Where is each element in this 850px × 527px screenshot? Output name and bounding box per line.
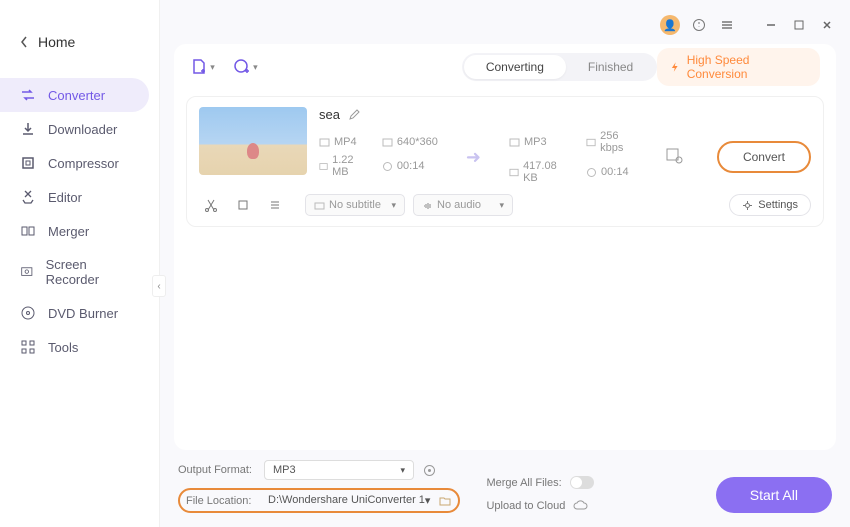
- add-file-button[interactable]: ▾: [190, 54, 215, 80]
- merge-toggle[interactable]: [570, 476, 594, 489]
- file-location-label: File Location:: [186, 495, 260, 507]
- subtitle-select[interactable]: No subtitle ▾: [305, 194, 405, 216]
- screen-recorder-icon: [20, 264, 34, 280]
- close-button[interactable]: [818, 16, 836, 34]
- src-duration: 00:14: [397, 160, 425, 172]
- file-title: sea: [319, 107, 340, 122]
- sidebar-item-editor[interactable]: Editor: [0, 180, 149, 214]
- file-item: sea MP4 640*360 1.22 MB 00:14 ➜: [186, 96, 824, 227]
- file-plus-icon: [190, 58, 208, 76]
- chevron-down-icon: ▾: [400, 465, 405, 476]
- convert-button[interactable]: Convert: [717, 141, 811, 173]
- chevron-down-icon: ▾: [391, 200, 396, 211]
- user-avatar[interactable]: 👤: [660, 15, 680, 35]
- collapse-sidebar-button[interactable]: ‹: [152, 275, 166, 297]
- chevron-down-icon: ▾: [210, 62, 215, 73]
- item-settings-icon[interactable]: [665, 146, 683, 169]
- format-settings-icon[interactable]: [422, 463, 437, 478]
- chevron-down-icon: ▾: [253, 62, 258, 73]
- editor-icon: [20, 189, 36, 205]
- file-location-value: D:\Wondershare UniConverter 1: [268, 494, 425, 507]
- audio-value: No audio: [437, 199, 481, 211]
- thumbnail[interactable]: [199, 107, 307, 175]
- file-location-wrap: File Location: D:\Wondershare UniConvert…: [178, 488, 460, 513]
- minimize-button[interactable]: [762, 16, 780, 34]
- gear-icon: [742, 200, 753, 211]
- converter-icon: [20, 87, 36, 103]
- chevron-left-icon: [20, 36, 28, 48]
- add-folder-button[interactable]: ▾: [233, 54, 258, 80]
- sidebar-item-label: Tools: [48, 340, 78, 355]
- maximize-button[interactable]: [790, 16, 808, 34]
- disc-plus-icon: [233, 58, 251, 76]
- compressor-icon: [20, 155, 36, 171]
- merger-icon: [20, 223, 36, 239]
- bottom-bar: Output Format: MP3 ▾ File Location: D:\W…: [174, 450, 836, 519]
- sidebar-item-tools[interactable]: Tools: [0, 330, 149, 364]
- sidebar-item-label: Downloader: [48, 122, 117, 137]
- subtitle-icon: [314, 200, 325, 211]
- sidebar-item-screen-recorder[interactable]: Screen Recorder: [0, 248, 149, 296]
- sidebar-item-label: Editor: [48, 190, 82, 205]
- file-location-select[interactable]: D:\Wondershare UniConverter 1 ▾: [264, 492, 434, 509]
- support-icon[interactable]: [690, 16, 708, 34]
- subtitle-value: No subtitle: [329, 199, 381, 211]
- audio-icon: [422, 200, 433, 211]
- output-format-select[interactable]: MP3 ▾: [264, 460, 414, 480]
- crop-button[interactable]: [231, 194, 255, 216]
- output-format-value: MP3: [273, 464, 296, 476]
- sidebar-item-compressor[interactable]: Compressor: [0, 146, 149, 180]
- tabs: Converting Finished: [462, 53, 657, 81]
- panel: ▾ ▾ Converting Finished High Speed Conve…: [174, 44, 836, 450]
- output-format-label: Output Format:: [178, 464, 256, 476]
- cloud-icon[interactable]: [573, 499, 589, 513]
- tools-icon: [20, 339, 36, 355]
- download-icon: [20, 121, 36, 137]
- sidebar-item-converter[interactable]: Converter: [0, 78, 149, 112]
- dst-format: MP3: [524, 136, 547, 148]
- source-specs: MP4 640*360 1.22 MB 00:14: [319, 136, 438, 178]
- chevron-down-icon: ▾: [425, 494, 431, 507]
- start-all-button[interactable]: Start All: [716, 477, 832, 513]
- sidebar-item-label: DVD Burner: [48, 306, 118, 321]
- tab-finished[interactable]: Finished: [566, 55, 655, 79]
- sidebar-item-label: Compressor: [48, 156, 119, 171]
- dvd-icon: [20, 305, 36, 321]
- upload-cloud-label: Upload to Cloud: [486, 500, 565, 512]
- merge-label: Merge All Files:: [486, 477, 561, 489]
- src-size: 1.22 MB: [332, 154, 366, 178]
- home-button[interactable]: Home: [0, 26, 159, 58]
- sidebar-item-label: Merger: [48, 224, 89, 239]
- sidebar-item-dvd-burner[interactable]: DVD Burner: [0, 296, 149, 330]
- folder-icon[interactable]: [438, 494, 452, 508]
- sidebar-item-merger[interactable]: Merger: [0, 214, 149, 248]
- dst-bitrate: 256 kbps: [600, 130, 641, 154]
- high-speed-button[interactable]: High Speed Conversion: [657, 48, 820, 86]
- trim-button[interactable]: [199, 194, 223, 216]
- chevron-down-icon: ▾: [499, 200, 504, 211]
- home-label: Home: [38, 34, 75, 50]
- high-speed-label: High Speed Conversion: [687, 53, 808, 81]
- edit-icon[interactable]: [348, 108, 361, 121]
- more-button[interactable]: [263, 194, 287, 216]
- sidebar: Home Converter Downloader Compressor Edi…: [0, 0, 160, 527]
- bolt-icon: [669, 61, 680, 73]
- arrow-right-icon: ➜: [462, 147, 485, 168]
- src-format: MP4: [334, 136, 357, 148]
- dest-specs: MP3 256 kbps 417.08 KB 00:14: [509, 130, 641, 184]
- hamburger-icon[interactable]: [718, 16, 736, 34]
- tab-converting[interactable]: Converting: [464, 55, 566, 79]
- titlebar: 👤: [174, 12, 836, 38]
- dst-size: 417.08 KB: [523, 160, 570, 184]
- src-dim: 640*360: [397, 136, 438, 148]
- main-area: 👤 ▾ ▾ Converting Finished: [160, 0, 850, 527]
- settings-label: Settings: [758, 199, 798, 211]
- audio-select[interactable]: No audio ▾: [413, 194, 513, 216]
- sidebar-item-label: Converter: [48, 88, 105, 103]
- dst-duration: 00:14: [601, 166, 629, 178]
- sidebar-item-downloader[interactable]: Downloader: [0, 112, 149, 146]
- settings-button[interactable]: Settings: [729, 194, 811, 216]
- sidebar-item-label: Screen Recorder: [46, 257, 129, 287]
